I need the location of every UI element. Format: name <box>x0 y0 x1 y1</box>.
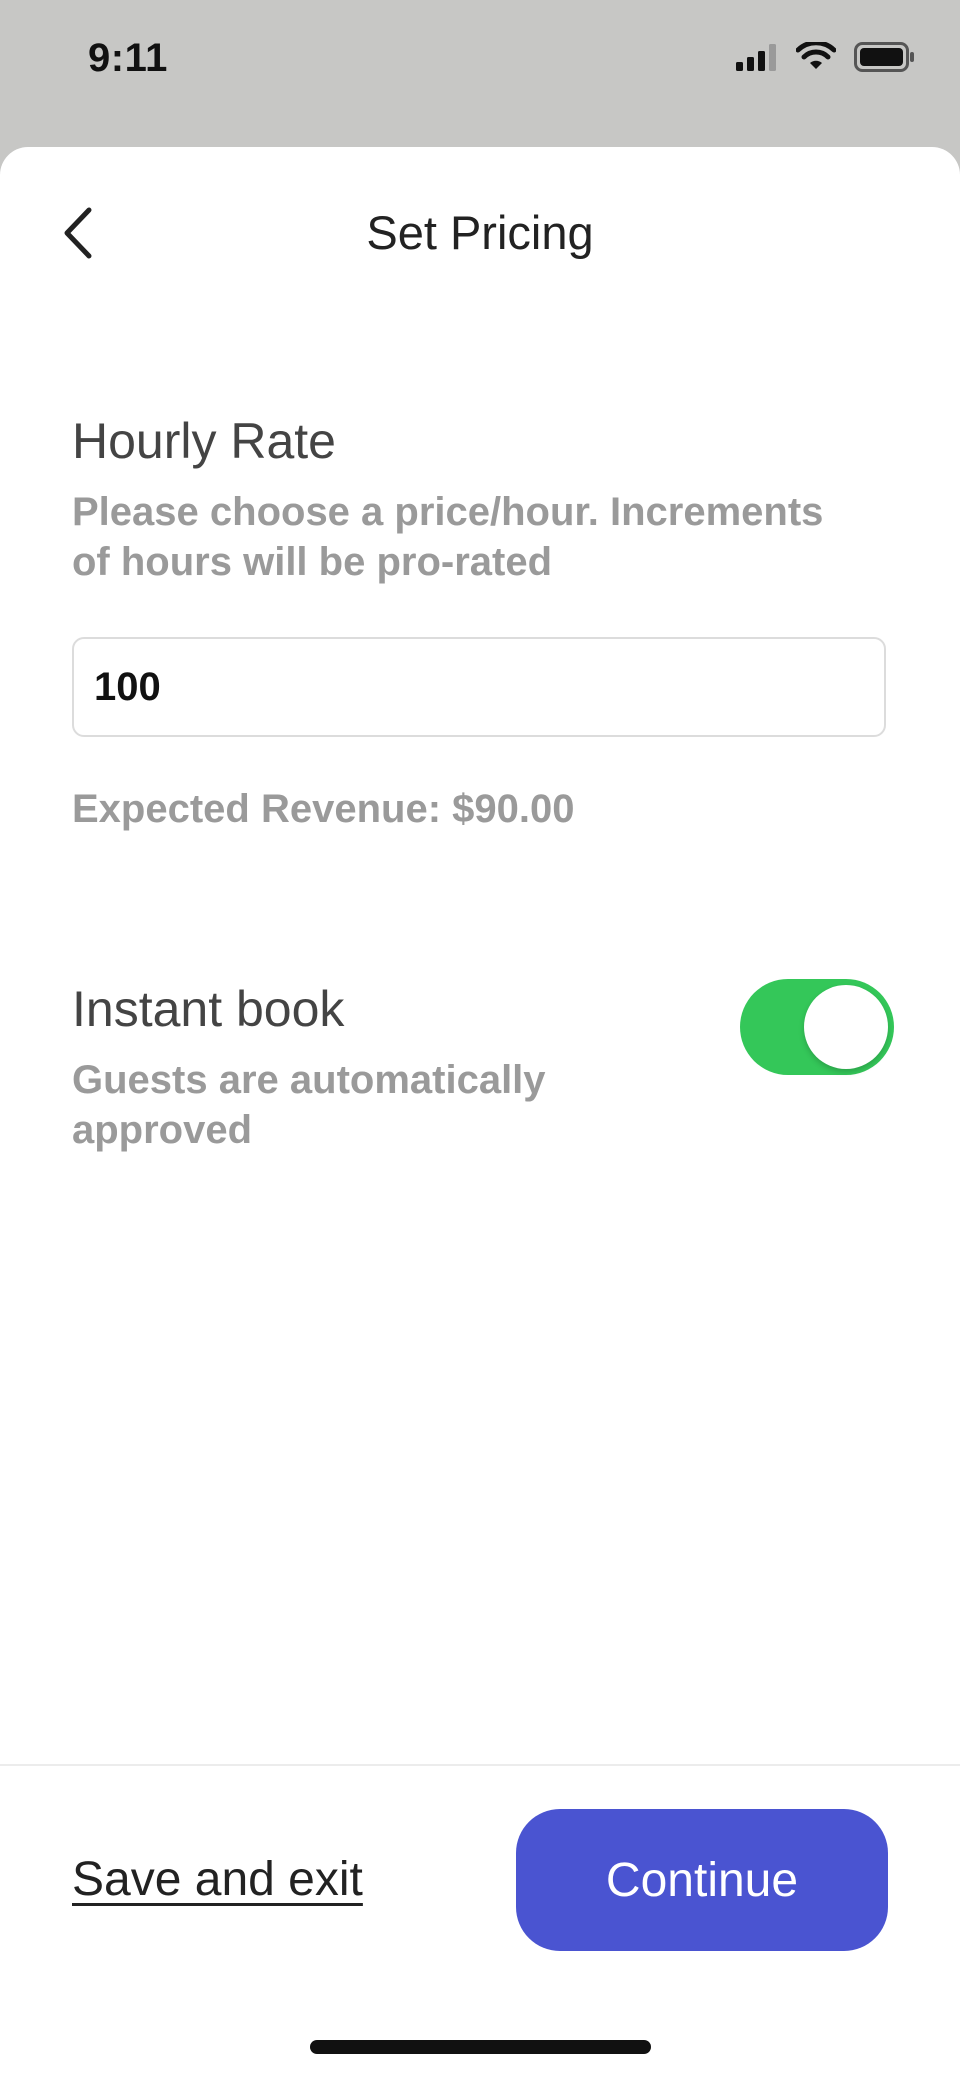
phone-screen: 9:11 Set Pricing Hourly Rate Please choo… <box>0 0 960 2079</box>
hourly-rate-description: Please choose a price/hour. Increments o… <box>72 487 823 587</box>
hourly-rate-input[interactable] <box>72 637 886 737</box>
hourly-rate-description-line: of hours will be pro-rated <box>72 540 553 584</box>
instant-book-description-line: Guests are automatically <box>72 1058 546 1102</box>
continue-button[interactable]: Continue <box>516 1809 888 1951</box>
instant-book-description-line: approved <box>72 1108 253 1152</box>
battery-icon <box>854 42 916 77</box>
pricing-sheet: Set Pricing Hourly Rate Please choose a … <box>0 147 960 2079</box>
save-and-exit-link[interactable]: Save and exit <box>72 1852 363 1907</box>
cellular-signal-icon <box>736 43 778 76</box>
status-time: 9:11 <box>88 36 168 80</box>
expected-revenue-text: Expected Revenue: $90.00 <box>72 787 575 831</box>
wifi-icon <box>795 40 837 77</box>
page-title: Set Pricing <box>366 206 594 259</box>
instant-book-toggle[interactable] <box>740 979 894 1075</box>
status-bar: 9:11 <box>0 0 960 130</box>
toggle-knob <box>804 985 888 1069</box>
hourly-rate-title: Hourly Rate <box>72 413 336 469</box>
hourly-rate-description-line: Please choose a price/hour. Increments <box>72 490 824 534</box>
home-indicator <box>310 2040 651 2054</box>
status-icons <box>736 40 916 77</box>
instant-book-title: Instant book <box>72 981 345 1037</box>
footer-divider <box>0 1764 960 1766</box>
instant-book-description: Guests are automatically approved <box>72 1055 546 1155</box>
